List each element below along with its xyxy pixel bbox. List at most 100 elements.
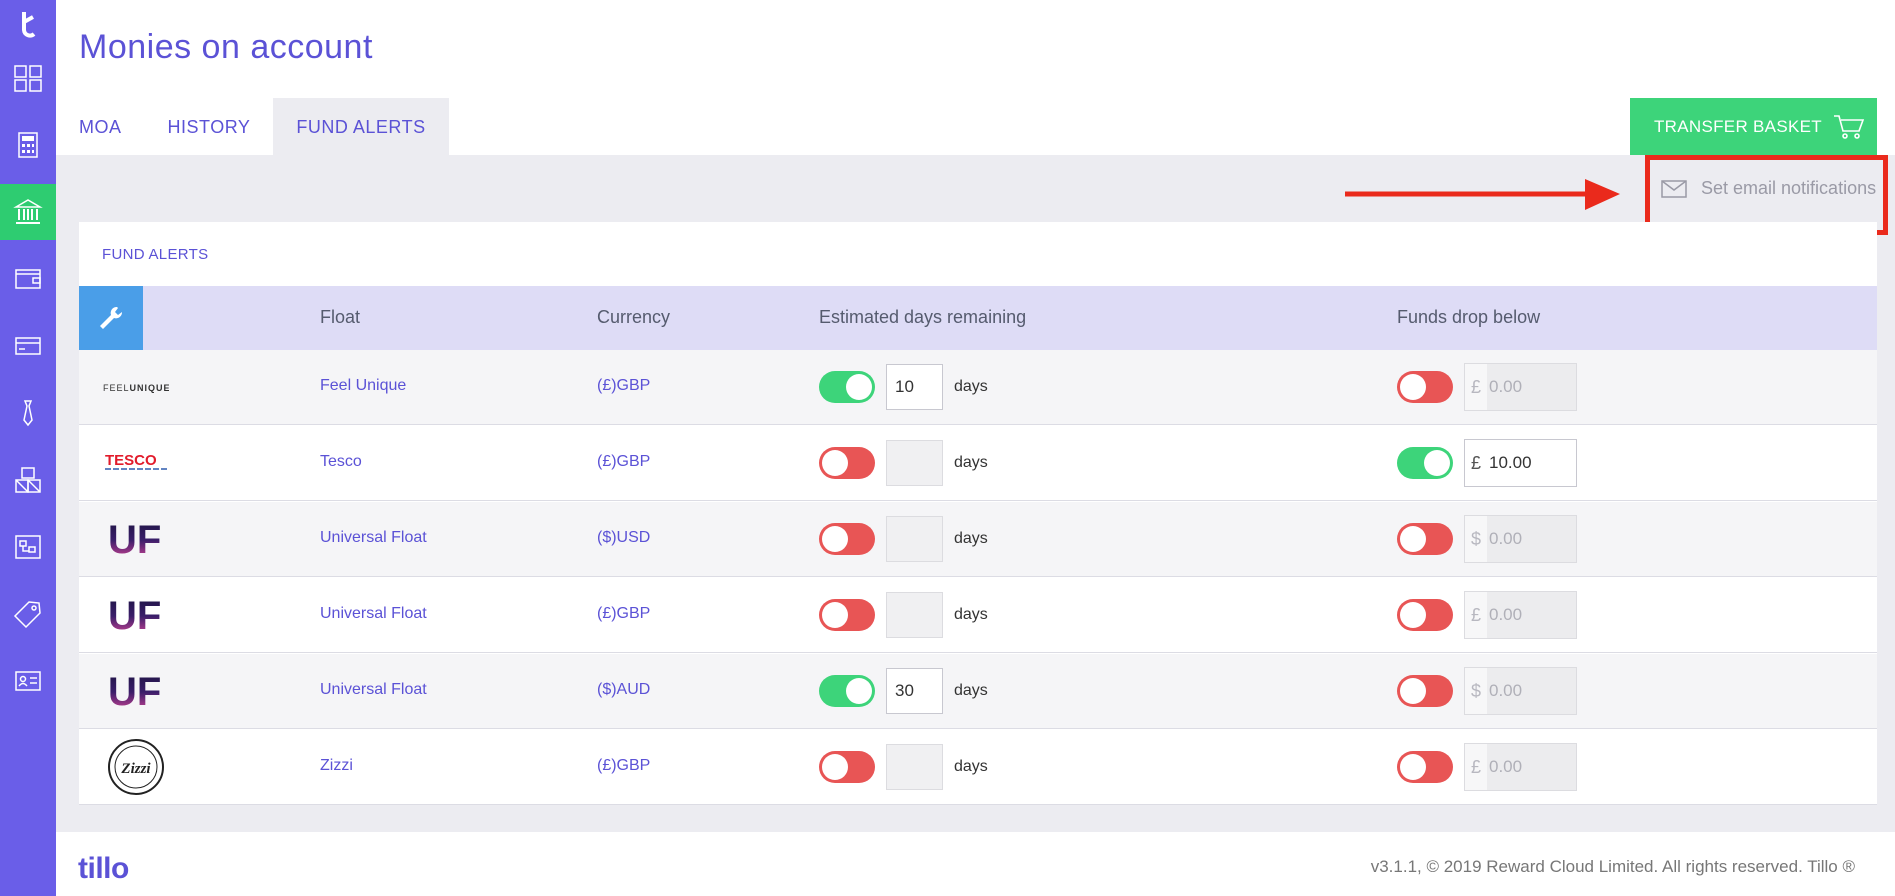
card-title: FUND ALERTS	[102, 246, 209, 263]
days-label: days	[954, 530, 988, 547]
toggle-knob	[846, 678, 872, 704]
days-label: days	[954, 378, 988, 395]
funds-threshold-input[interactable]: £0.00	[1464, 363, 1577, 411]
header-funds-drop-below: Funds drop below	[1397, 307, 1541, 327]
tab-moa[interactable]: MOA	[56, 98, 145, 156]
toggle-knob	[1400, 374, 1426, 400]
currency-symbol: £	[1465, 592, 1487, 638]
toggle-knob	[1400, 602, 1426, 628]
sidebar-item-dashboard[interactable]	[0, 50, 56, 106]
brand-logo: UF	[103, 510, 169, 568]
float-name-link[interactable]: Universal Float	[320, 681, 427, 699]
float-name-link[interactable]: Zizzi	[320, 757, 353, 775]
sidebar-item-tie[interactable]	[0, 385, 56, 441]
funds-alert-toggle[interactable]	[1397, 447, 1453, 479]
days-label: days	[954, 758, 988, 775]
brand-logo: Zizzi	[103, 738, 169, 796]
toggle-knob	[1400, 754, 1426, 780]
days-label: days	[954, 454, 988, 471]
wallet-icon	[15, 269, 41, 289]
sidebar-item-card[interactable]	[0, 318, 56, 374]
currency-symbol: £	[1465, 744, 1487, 790]
threshold-amount: 0.00	[1489, 757, 1523, 776]
sidebar-item-bank[interactable]	[0, 184, 56, 240]
funds-threshold-input[interactable]: $0.00	[1464, 515, 1577, 563]
days-input[interactable]: 10	[886, 364, 943, 410]
cart-icon	[1833, 115, 1865, 139]
threshold-amount: 0.00	[1489, 681, 1523, 700]
currency-cell: ($)AUD	[597, 681, 651, 698]
tillo-logo-icon[interactable]	[14, 10, 42, 46]
funds-threshold-input[interactable]: £0.00	[1464, 591, 1577, 639]
transfer-basket-button[interactable]: TRANSFER BASKET	[1630, 98, 1877, 156]
days-input[interactable]	[886, 744, 943, 790]
funds-alert-toggle[interactable]	[1397, 675, 1453, 707]
brand-logo: UF	[103, 662, 169, 720]
transfer-basket-label: TRANSFER BASKET	[1654, 117, 1822, 136]
sidebar-item-calculator[interactable]	[0, 117, 56, 173]
funds-threshold-input[interactable]: £0.00	[1464, 743, 1577, 791]
toggle-knob	[822, 526, 848, 552]
tab-bar: MOA HISTORY FUND ALERTS	[56, 98, 449, 156]
table-row: TESCO Tesco (£)GBP days £10.00	[79, 426, 1877, 501]
days-alert-toggle[interactable]	[819, 599, 875, 631]
tab-fund-alerts[interactable]: FUND ALERTS	[273, 98, 449, 156]
days-alert-toggle[interactable]	[819, 371, 875, 403]
sidebar-item-tag[interactable]	[0, 586, 56, 642]
currency-symbol: £	[1465, 364, 1487, 410]
set-email-notifications-link[interactable]: Set email notifications	[1661, 178, 1876, 199]
sidebar-item-wallet[interactable]	[0, 251, 56, 307]
toggle-knob	[1400, 526, 1426, 552]
days-alert-toggle[interactable]	[819, 675, 875, 707]
wrench-icon	[100, 306, 123, 329]
days-input[interactable]: 30	[886, 668, 943, 714]
days-alert-toggle[interactable]	[819, 751, 875, 783]
funds-alert-toggle[interactable]	[1397, 599, 1453, 631]
brand-logo: TESCO	[103, 434, 169, 492]
brand-logo: FEELUNIQUE	[103, 358, 169, 416]
calculator-icon	[18, 132, 38, 158]
days-alert-toggle[interactable]	[819, 523, 875, 555]
bank-icon	[13, 199, 43, 224]
sidebar-item-boxes[interactable]	[0, 452, 56, 508]
org-chart-icon	[15, 535, 41, 559]
funds-alert-toggle[interactable]	[1397, 751, 1453, 783]
currency-symbol: $	[1465, 516, 1487, 562]
threshold-amount: 0.00	[1489, 377, 1523, 396]
float-name-link[interactable]: Universal Float	[320, 605, 427, 623]
dashboard-icon	[14, 65, 42, 92]
days-input[interactable]	[886, 440, 943, 486]
settings-wrench-button[interactable]	[79, 286, 143, 350]
funds-alert-toggle[interactable]	[1397, 523, 1453, 555]
days-input[interactable]	[886, 592, 943, 638]
sidebar	[0, 0, 56, 896]
funds-alert-toggle[interactable]	[1397, 371, 1453, 403]
table-row: Zizzi Zizzi (£)GBP days £0.00	[79, 730, 1877, 805]
currency-symbol: $	[1465, 668, 1487, 714]
threshold-amount: 0.00	[1489, 529, 1523, 548]
boxes-icon	[15, 467, 41, 493]
funds-threshold-input[interactable]: $0.00	[1464, 667, 1577, 715]
days-alert-toggle[interactable]	[819, 447, 875, 479]
footer-copyright: v3.1.1, © 2019 Reward Cloud Limited. All…	[1370, 857, 1855, 876]
float-name-link[interactable]: Tesco	[320, 453, 362, 471]
table-row: UF Universal Float ($)USD days $0.00	[79, 502, 1877, 577]
footer-logo: tillo	[78, 852, 129, 885]
svg-text:TESCO: TESCO	[105, 452, 157, 469]
set-email-notifications-label: Set email notifications	[1701, 178, 1877, 198]
table-row: UF Universal Float (£)GBP days £0.00	[79, 578, 1877, 653]
threshold-amount: 10.00	[1489, 453, 1532, 472]
sidebar-item-org-chart[interactable]	[0, 519, 56, 575]
float-name-link[interactable]: Universal Float	[320, 529, 427, 547]
days-label: days	[954, 682, 988, 699]
card-icon	[15, 337, 41, 355]
float-name-link[interactable]: Feel Unique	[320, 377, 406, 395]
days-input[interactable]	[886, 516, 943, 562]
table-row: FEELUNIQUE Feel Unique (£)GBP 10 days £0.00	[79, 350, 1877, 425]
threshold-amount: 0.00	[1489, 605, 1523, 624]
tab-history[interactable]: HISTORY	[145, 98, 274, 156]
sidebar-item-id-card[interactable]	[0, 653, 56, 709]
currency-symbol: £	[1465, 440, 1487, 486]
funds-threshold-input[interactable]: £10.00	[1464, 439, 1577, 487]
table-row: UF Universal Float ($)AUD 30 days $0.00	[79, 654, 1877, 729]
